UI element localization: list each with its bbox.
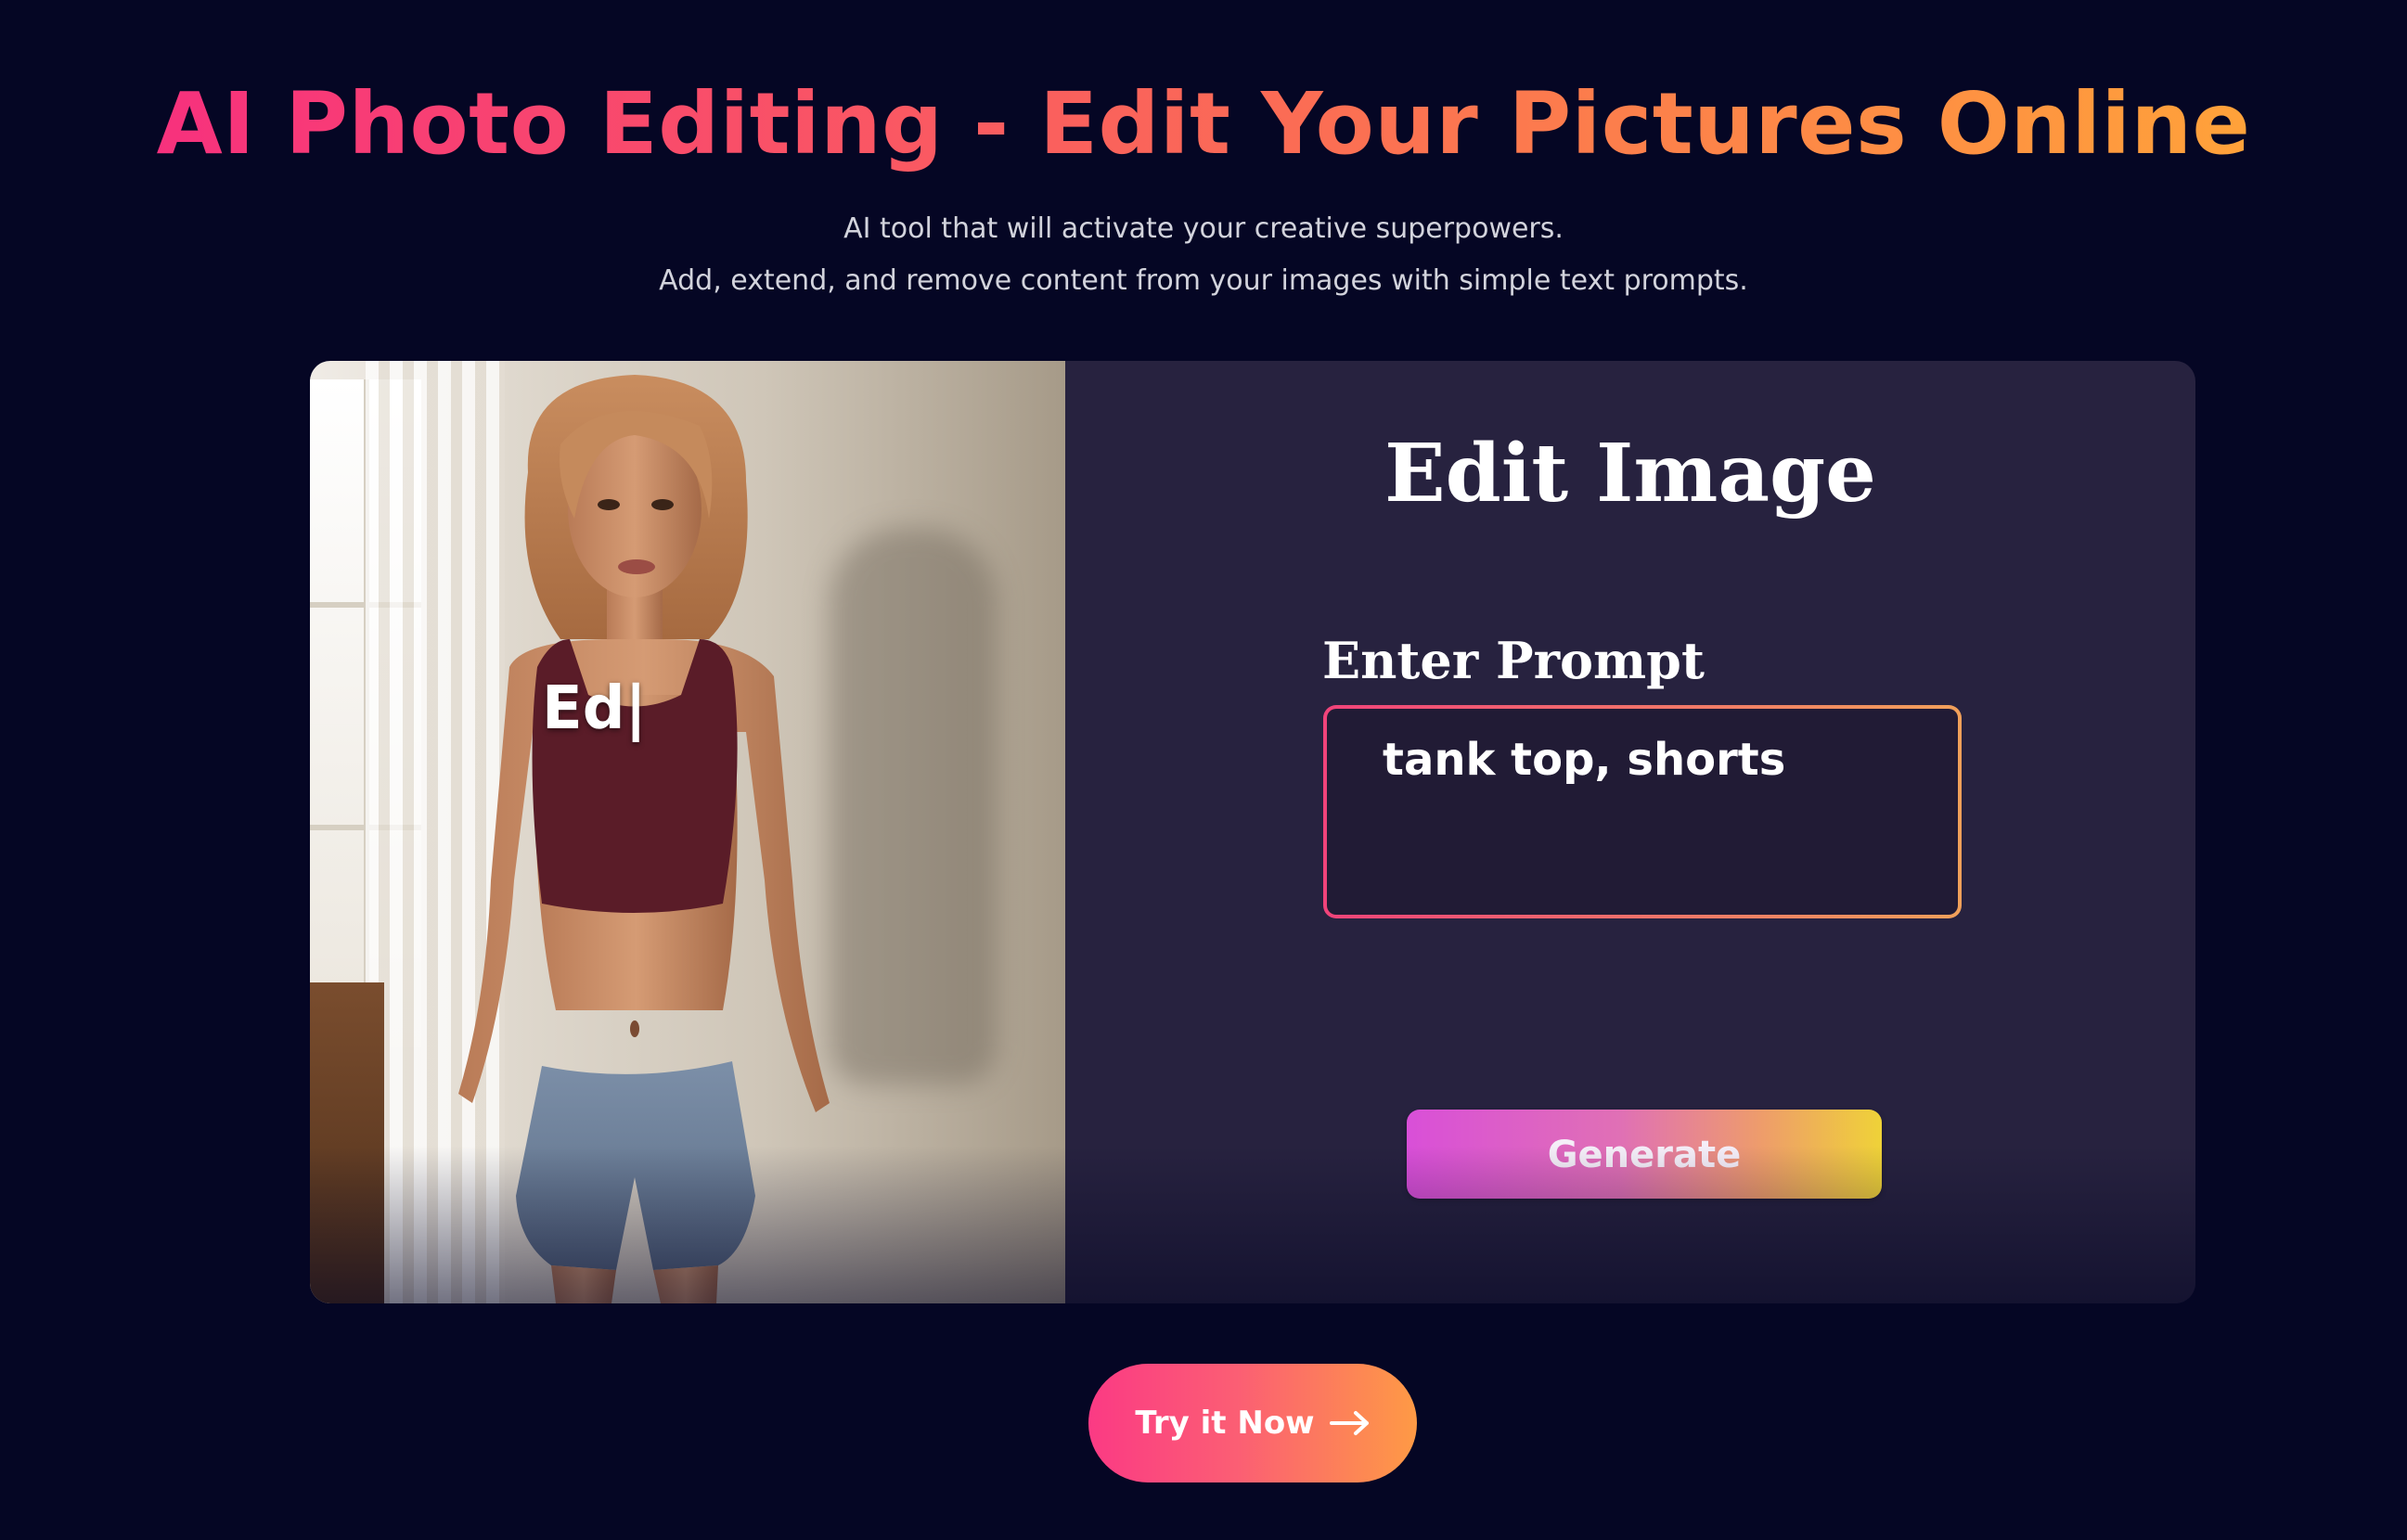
editor-title: Edit Image bbox=[1384, 427, 1876, 520]
prompt-input[interactable]: tank top, shorts bbox=[1323, 705, 1962, 918]
subtitle-line-2: Add, extend, and remove content from you… bbox=[659, 264, 1748, 297]
arrow-right-icon bbox=[1329, 1411, 1369, 1435]
generate-button[interactable]: Generate bbox=[1407, 1110, 1882, 1199]
prompt-label: Enter Prompt bbox=[1322, 631, 1705, 690]
demo-photo: Ed| bbox=[310, 361, 1065, 1303]
woman-figure bbox=[458, 375, 830, 1303]
page-title: AI Photo Editing - Edit Your Pictures On… bbox=[0, 76, 2407, 173]
page-title-text: AI Photo Editing - Edit Your Pictures On… bbox=[156, 74, 2251, 173]
typing-text-overlay: Ed| bbox=[542, 674, 647, 743]
demo-card: Ed| Edit Image Enter Prompt tank top, sh… bbox=[310, 361, 2195, 1303]
try-it-now-label: Try it Now bbox=[1135, 1405, 1315, 1442]
prompt-input-value[interactable]: tank top, shorts bbox=[1327, 709, 1958, 915]
try-it-now-button[interactable]: Try it Now bbox=[1088, 1364, 1417, 1482]
subtitle-line-1: AI tool that will activate your creative… bbox=[843, 212, 1564, 245]
